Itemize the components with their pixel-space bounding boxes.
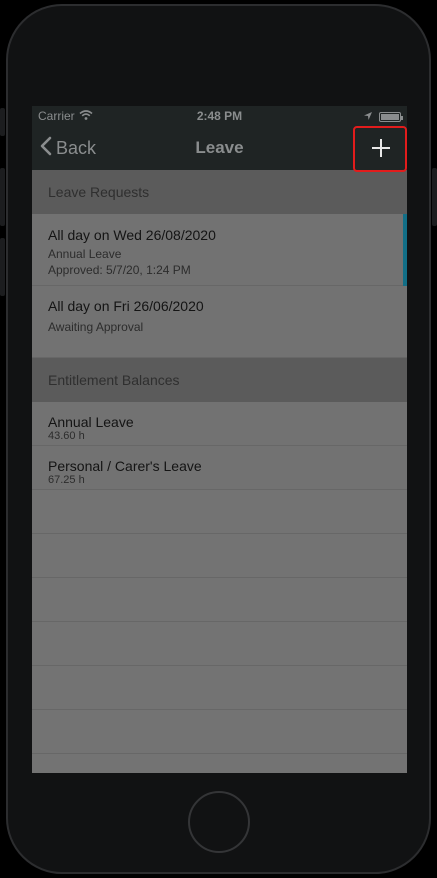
empty-row-separator [32,753,407,754]
empty-row-separator [32,665,407,666]
leave-request-status: Approved: 5/7/20, 1:24 PM [48,263,191,277]
power-button [432,168,437,226]
balance-title: Personal / Carer's Leave [48,458,202,474]
entitlement-balances-header: Entitlement Balances [32,358,407,402]
empty-row-separator [32,621,407,622]
balance-value: 67.25 h [48,474,85,486]
app-screen: Carrier 2:48 PM Back Leave Leave Request… [32,106,407,773]
location-arrow-icon [363,110,373,124]
balance-title: Annual Leave [48,414,134,430]
selection-indicator [403,214,407,286]
plus-icon [369,139,393,164]
empty-row-separator [32,577,407,578]
leave-request-row[interactable]: All day on Fri 26/06/2020 Awaiting Appro… [32,286,407,358]
status-time: 2:48 PM [196,109,243,123]
home-button[interactable] [188,791,250,853]
status-right [363,110,403,124]
balance-row[interactable]: Personal / Carer's Leave 67.25 h [32,446,407,490]
page-title: Leave [195,138,244,157]
empty-row-separator [32,709,407,710]
volume-down-button [0,238,5,296]
leave-request-type: Annual Leave [48,247,122,261]
leave-request-title: All day on Fri 26/06/2020 [48,298,204,314]
empty-row-separator [32,533,407,534]
leave-request-title: All day on Wed 26/08/2020 [48,227,216,243]
leave-request-row[interactable]: All day on Wed 26/08/2020 Annual Leave A… [32,214,407,286]
leave-requests-header: Leave Requests [32,170,407,214]
status-bar: Carrier 2:48 PM [32,106,407,126]
navigation-bar: Back Leave [32,126,407,170]
balance-value: 43.60 h [48,430,85,442]
mute-switch [0,108,5,136]
volume-up-button [0,168,5,226]
balance-row[interactable]: Annual Leave 43.60 h [32,402,407,446]
add-leave-button[interactable] [369,136,393,160]
battery-icon [379,112,403,122]
leave-request-status: Awaiting Approval [48,320,144,334]
